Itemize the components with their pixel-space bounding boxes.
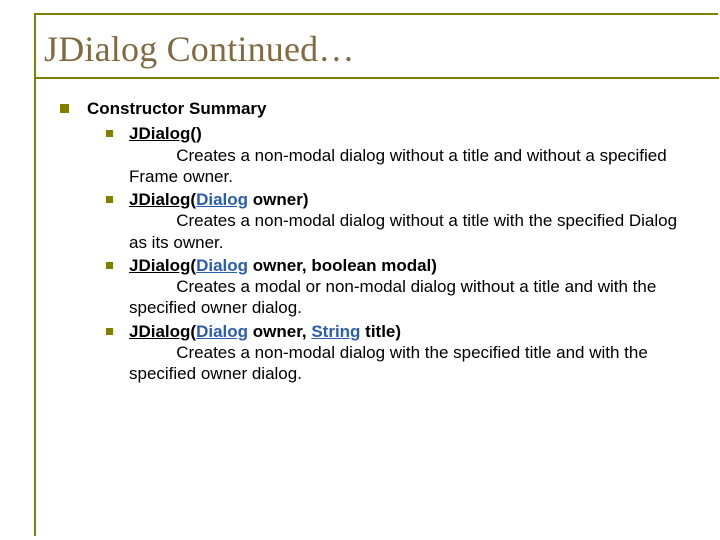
item-body: JDialog(Dialog owner, boolean modal) Cre… xyxy=(129,255,695,319)
list-item: JDialog(Dialog owner, String title) Crea… xyxy=(106,321,695,385)
frame-left-line xyxy=(34,13,36,536)
bullet-icon xyxy=(106,196,113,203)
slide-title: JDialog Continued… xyxy=(44,28,355,70)
constructor-description: Creates a non-modal dialog without a tit… xyxy=(129,210,695,253)
item-body: JDialog(Dialog owner) Creates a non-moda… xyxy=(129,189,695,253)
constructor-signature: JDialog() xyxy=(129,123,695,144)
heading-row: Constructor Summary xyxy=(60,98,695,119)
bullet-icon xyxy=(106,262,113,269)
list-item: JDialog(Dialog owner) Creates a non-moda… xyxy=(106,189,695,253)
list-item: JDialog() Creates a non-modal dialog wit… xyxy=(106,123,695,187)
title-underline xyxy=(36,77,719,79)
constructor-signature: JDialog(Dialog owner) xyxy=(129,189,695,210)
constructor-list: JDialog() Creates a non-modal dialog wit… xyxy=(106,123,695,384)
constructor-description: Creates a non-modal dialog with the spec… xyxy=(129,342,695,385)
content-area: Constructor Summary JDialog() Creates a … xyxy=(60,98,695,386)
item-body: JDialog(Dialog owner, String title) Crea… xyxy=(129,321,695,385)
list-item: JDialog(Dialog owner, boolean modal) Cre… xyxy=(106,255,695,319)
section-heading: Constructor Summary xyxy=(87,98,266,119)
constructor-description: Creates a non-modal dialog without a tit… xyxy=(129,145,695,188)
constructor-description: Creates a modal or non-modal dialog with… xyxy=(129,276,695,319)
bullet-icon xyxy=(106,130,113,137)
constructor-signature: JDialog(Dialog owner, String title) xyxy=(129,321,695,342)
item-body: JDialog() Creates a non-modal dialog wit… xyxy=(129,123,695,187)
constructor-signature: JDialog(Dialog owner, boolean modal) xyxy=(129,255,695,276)
bullet-icon xyxy=(60,104,69,113)
frame-top-line xyxy=(34,13,718,15)
bullet-icon xyxy=(106,328,113,335)
